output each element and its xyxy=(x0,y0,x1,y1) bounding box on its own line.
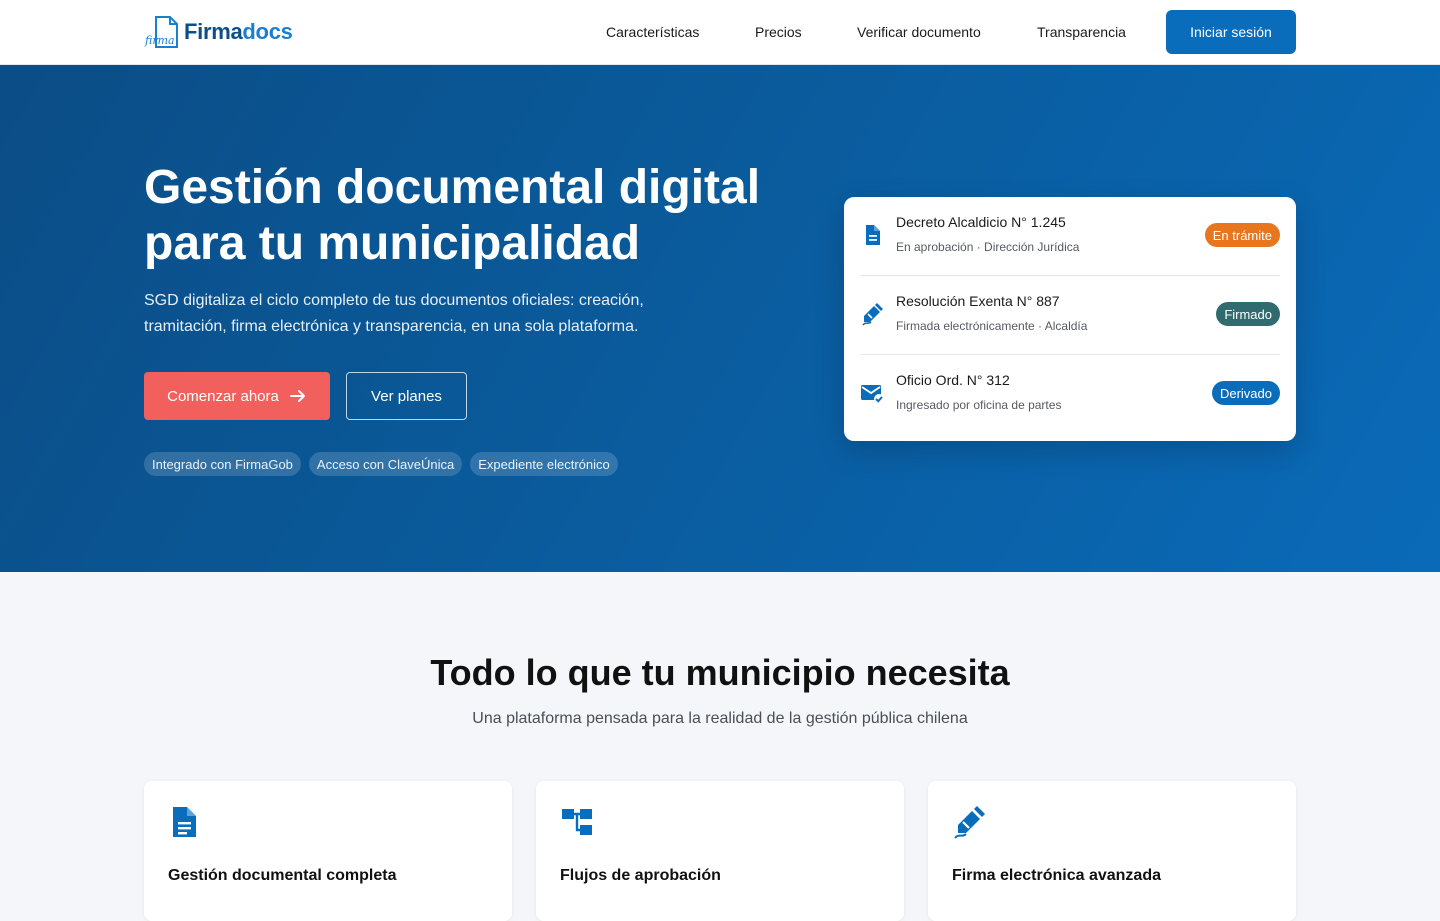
status-badge: Derivado xyxy=(1211,381,1280,405)
hero-title: Gestión documental digital para tu munic… xyxy=(144,161,761,270)
site-header: firma Firmadocs Características Precios … xyxy=(0,0,1440,65)
document-status-card: Decreto Alcaldicio N° 1.245 En aprobació… xyxy=(844,197,1296,441)
logo-document-icon: firma xyxy=(144,16,178,48)
document-title: Decreto Alcaldicio N° 1.245 xyxy=(896,214,1066,230)
login-button[interactable]: Iniciar sesión xyxy=(1166,10,1296,54)
chip-firmagob: Integrado con FirmaGob xyxy=(144,452,301,476)
nav-verificar-documento[interactable]: Verificar documento xyxy=(857,24,981,40)
signature-icon xyxy=(954,806,985,839)
document-meta: Firmada electrónicamente · Alcaldía xyxy=(896,319,1088,333)
logo[interactable]: firma Firmadocs xyxy=(144,14,293,50)
svg-text:firma: firma xyxy=(144,34,175,47)
mail-check-icon xyxy=(861,385,884,404)
chip-expediente: Expediente electrónico xyxy=(470,452,618,476)
document-icon xyxy=(173,807,196,837)
document-meta: Ingresado por oficina de partes xyxy=(896,398,1062,412)
feature-card[interactable]: Firma electrónica avanzada xyxy=(928,781,1296,921)
arrow-right-icon xyxy=(289,390,305,402)
nav-caracteristicas[interactable]: Características xyxy=(606,24,699,40)
status-badge: Firmado xyxy=(1216,302,1280,326)
document-row[interactable]: Decreto Alcaldicio N° 1.245 En aprobació… xyxy=(860,197,1280,276)
document-title: Oficio Ord. N° 312 xyxy=(896,372,1010,388)
signature-icon xyxy=(862,303,883,326)
chip-claveunica: Acceso con ClaveÚnica xyxy=(308,452,463,476)
start-now-label: Comenzar ahora xyxy=(167,387,279,405)
status-badge: En trámite xyxy=(1204,223,1280,247)
hero-subtitle: SGD digitaliza el ciclo completo de tus … xyxy=(144,292,644,335)
feature-title: Gestión documental completa xyxy=(168,867,397,884)
features-subtitle: Una plataforma pensada para la realidad … xyxy=(472,710,968,727)
document-icon xyxy=(866,225,880,245)
nav-transparencia[interactable]: Transparencia xyxy=(1037,24,1126,40)
feature-title: Firma electrónica avanzada xyxy=(952,867,1161,884)
hero-section: Gestión documental digital para tu munic… xyxy=(0,65,1440,572)
workflow-icon xyxy=(562,809,592,835)
features-title: Todo lo que tu municipio necesita xyxy=(430,652,1010,693)
start-now-button[interactable]: Comenzar ahora xyxy=(144,372,330,420)
logo-text: Firmadocs xyxy=(184,19,293,44)
document-meta: En aprobación · Dirección Jurídica xyxy=(896,240,1080,254)
document-row[interactable]: Resolución Exenta N° 887 Firmada electró… xyxy=(860,276,1280,355)
document-title: Resolución Exenta N° 887 xyxy=(896,293,1060,309)
feature-card[interactable]: Flujos de aprobación xyxy=(536,781,904,921)
view-plans-button[interactable]: Ver planes xyxy=(346,372,467,420)
feature-card[interactable]: Gestión documental completa xyxy=(144,781,512,921)
feature-chips: Integrado con FirmaGob Acceso con ClaveÚ… xyxy=(144,452,618,476)
document-row[interactable]: Oficio Ord. N° 312 Ingresado por oficina… xyxy=(860,355,1280,434)
feature-title: Flujos de aprobación xyxy=(560,867,721,884)
nav-precios[interactable]: Precios xyxy=(755,24,802,40)
